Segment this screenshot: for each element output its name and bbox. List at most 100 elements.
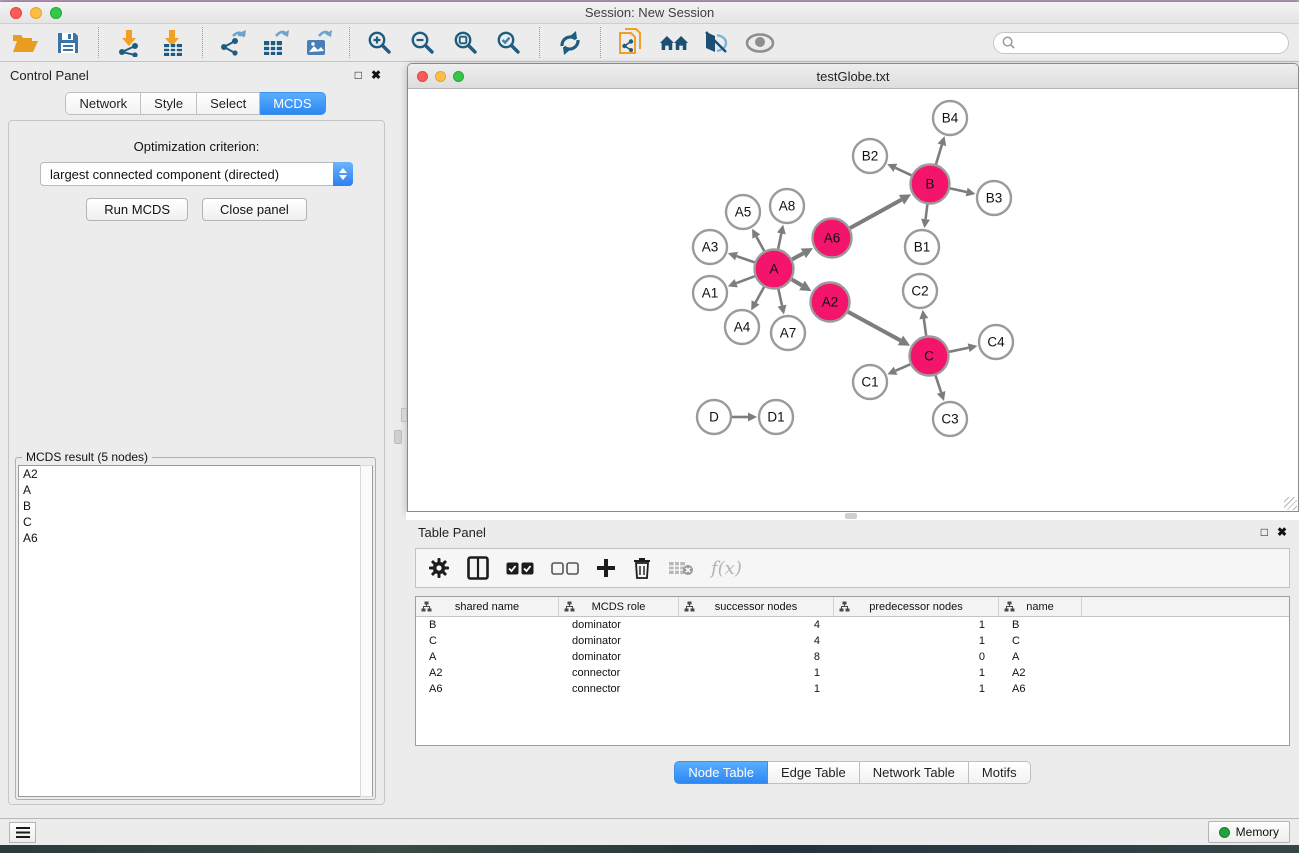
edge-A-A3[interactable] xyxy=(736,256,754,262)
column-header-name[interactable]: name xyxy=(999,597,1082,616)
show-eye-icon[interactable] xyxy=(745,28,775,58)
window-left-grip[interactable] xyxy=(401,408,407,422)
edge-C-C1[interactable] xyxy=(896,364,911,370)
table-cell[interactable]: B xyxy=(416,617,559,633)
network-canvas[interactable]: B4B2BB3A8A5A6A3B1AA1C2A2A4A7C4CC1DD1C3 xyxy=(408,89,1298,511)
zoom-fit-icon[interactable] xyxy=(451,28,481,58)
save-session-icon[interactable] xyxy=(53,28,83,58)
close-panel-button[interactable]: Close panel xyxy=(202,198,307,221)
close-table-panel-icon[interactable]: ✖ xyxy=(1277,526,1287,538)
edge-B-B1[interactable] xyxy=(926,204,928,219)
hide-details-icon[interactable] xyxy=(702,28,732,58)
mcds-result-item[interactable]: A xyxy=(19,482,372,498)
table-cell[interactable]: dominator xyxy=(559,633,679,649)
tab-mcds[interactable]: MCDS xyxy=(260,92,325,115)
edge-A-A2[interactable] xyxy=(792,279,802,285)
export-image-icon[interactable] xyxy=(304,28,334,58)
import-table-icon[interactable] xyxy=(157,28,187,58)
edge-B-B3[interactable] xyxy=(950,188,967,192)
column-header-shared-name[interactable]: shared name xyxy=(416,597,559,616)
float-panel-icon[interactable]: □ xyxy=(355,69,362,81)
edge-C-C2[interactable] xyxy=(924,319,926,336)
deselect-all-icon[interactable] xyxy=(551,562,579,575)
table-row[interactable]: Adominator80A xyxy=(416,649,1289,665)
table-cell[interactable]: 0 xyxy=(834,649,999,665)
table-row[interactable]: A2connector11A2 xyxy=(416,665,1289,681)
table-cell[interactable]: connector xyxy=(559,665,679,681)
memory-button[interactable]: Memory xyxy=(1208,821,1290,843)
divider-grip[interactable] xyxy=(394,430,402,444)
table-cell[interactable]: 1 xyxy=(834,617,999,633)
edge-B-B2[interactable] xyxy=(895,168,911,175)
open-session-icon[interactable] xyxy=(10,28,40,58)
table-cell[interactable]: A2 xyxy=(999,665,1082,681)
table-cell[interactable]: 1 xyxy=(834,681,999,697)
table-settings-gear-icon[interactable] xyxy=(428,557,450,579)
create-column-icon[interactable] xyxy=(596,558,616,578)
table-cell[interactable]: A6 xyxy=(999,681,1082,697)
zoom-in-icon[interactable] xyxy=(365,28,395,58)
float-table-panel-icon[interactable]: □ xyxy=(1261,526,1268,538)
apply-layout-icon[interactable] xyxy=(555,28,585,58)
edge-A-A4[interactable] xyxy=(756,287,765,303)
run-mcds-button[interactable]: Run MCDS xyxy=(86,198,188,221)
table-cell[interactable]: dominator xyxy=(559,617,679,633)
tab-network[interactable]: Network xyxy=(65,92,141,115)
tab-edge-table[interactable]: Edge Table xyxy=(768,761,860,784)
horizontal-divider-grip[interactable] xyxy=(845,513,857,519)
export-network-icon[interactable] xyxy=(218,28,248,58)
mcds-result-item[interactable]: A2 xyxy=(19,466,372,482)
table-cell[interactable]: B xyxy=(999,617,1082,633)
show-columns-icon[interactable] xyxy=(467,556,489,580)
tab-motifs[interactable]: Motifs xyxy=(969,761,1031,784)
table-cell[interactable]: dominator xyxy=(559,649,679,665)
import-network-icon[interactable] xyxy=(114,28,144,58)
table-cell[interactable]: C xyxy=(416,633,559,649)
edge-A-A8[interactable] xyxy=(778,233,781,249)
first-neighbors-icon[interactable] xyxy=(659,28,689,58)
select-all-icon[interactable] xyxy=(506,562,534,575)
search-input[interactable] xyxy=(1020,36,1280,50)
edge-A2-C[interactable] xyxy=(848,312,900,341)
tab-network-table[interactable]: Network Table xyxy=(860,761,969,784)
table-row[interactable]: Cdominator41C xyxy=(416,633,1289,649)
table-cell[interactable]: 4 xyxy=(679,633,834,649)
mcds-result-item[interactable]: C xyxy=(19,514,372,530)
table-cell[interactable]: 1 xyxy=(834,633,999,649)
close-panel-icon[interactable]: ✖ xyxy=(371,69,381,81)
table-cell[interactable]: 1 xyxy=(679,665,834,681)
table-cell[interactable]: A2 xyxy=(416,665,559,681)
panel-divider[interactable] xyxy=(391,62,406,818)
window-resize-grip[interactable] xyxy=(1284,497,1297,510)
optimization-criterion-select[interactable]: largest connected component (directed) xyxy=(40,162,353,186)
zoom-selected-icon[interactable] xyxy=(494,28,524,58)
column-header-successor-nodes[interactable]: successor nodes xyxy=(679,597,834,616)
edge-A-A6[interactable] xyxy=(792,253,803,259)
network-window-titlebar[interactable]: testGlobe.txt xyxy=(408,64,1298,89)
table-cell[interactable]: A xyxy=(999,649,1082,665)
table-cell[interactable]: C xyxy=(999,633,1082,649)
table-cell[interactable]: 4 xyxy=(679,617,834,633)
zoom-out-icon[interactable] xyxy=(408,28,438,58)
search-box[interactable] xyxy=(993,32,1289,54)
tab-style[interactable]: Style xyxy=(141,92,197,115)
table-cell[interactable]: 1 xyxy=(834,665,999,681)
table-row[interactable]: Bdominator41B xyxy=(416,617,1289,633)
tab-select[interactable]: Select xyxy=(197,92,260,115)
new-network-icon[interactable] xyxy=(616,28,646,58)
edge-C-C3[interactable] xyxy=(935,375,941,392)
horizontal-divider[interactable] xyxy=(406,512,1299,520)
column-header-predecessor-nodes[interactable]: predecessor nodes xyxy=(834,597,999,616)
table-cell[interactable]: A xyxy=(416,649,559,665)
table-cell[interactable]: 1 xyxy=(679,681,834,697)
delete-column-icon[interactable] xyxy=(633,557,651,579)
edge-A-A1[interactable] xyxy=(736,276,755,283)
task-history-button[interactable] xyxy=(9,822,36,843)
edge-B-B4[interactable] xyxy=(936,145,942,165)
mcds-result-list[interactable]: A2ABCA6 xyxy=(18,465,373,797)
table-row[interactable]: A6connector11A6 xyxy=(416,681,1289,697)
table-cell[interactable]: A6 xyxy=(416,681,559,697)
mcds-result-item[interactable]: B xyxy=(19,498,372,514)
mcds-result-item[interactable]: A6 xyxy=(19,530,372,546)
edge-C-C4[interactable] xyxy=(949,348,969,352)
